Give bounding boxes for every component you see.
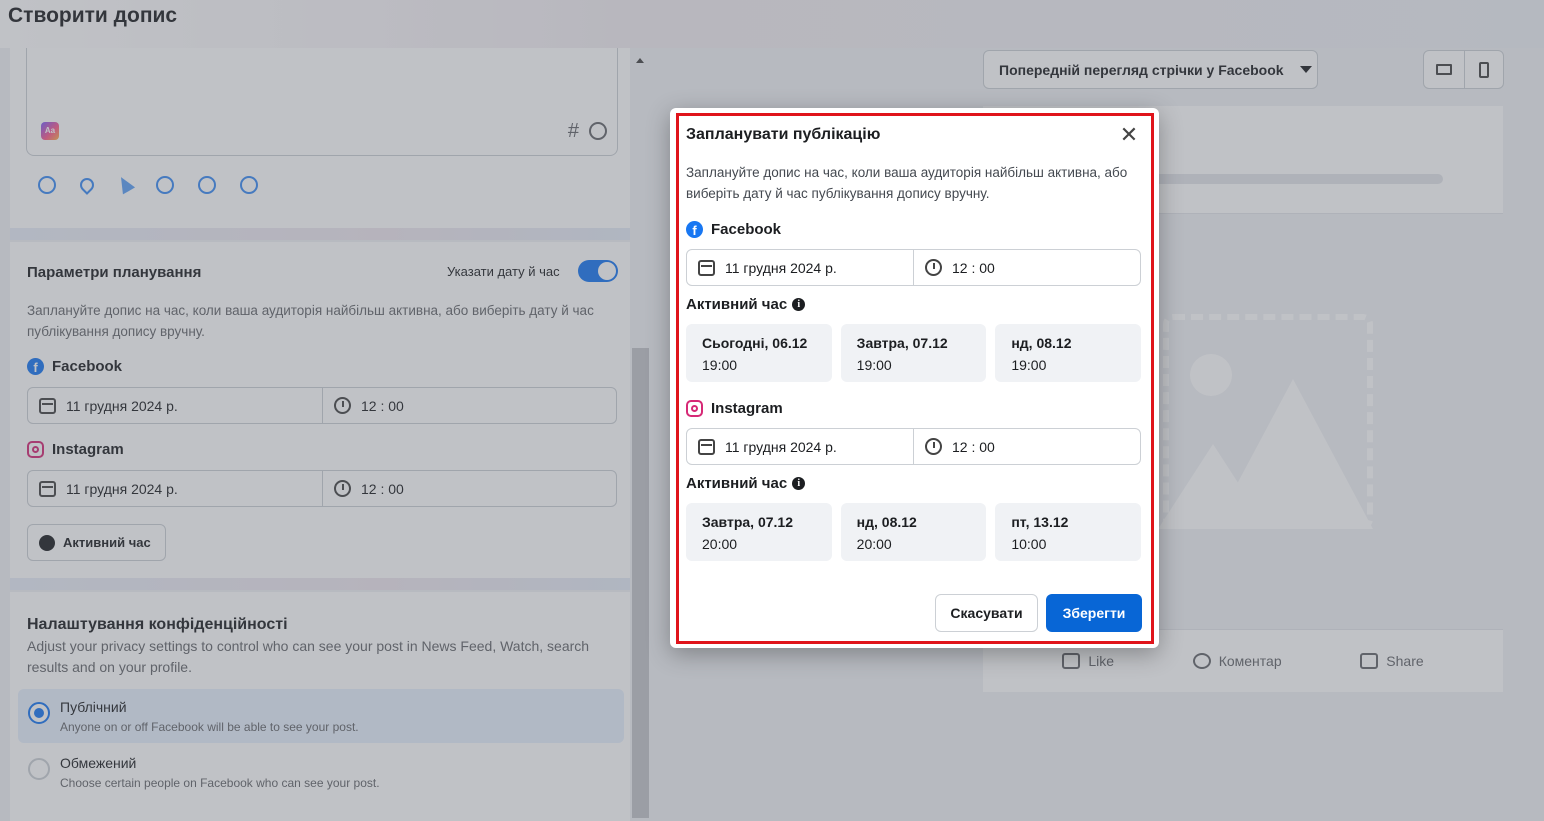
- slot-day: Завтра, 07.12: [702, 514, 793, 530]
- instagram-datetime: 11 грудня 2024 р. 12 : 00: [686, 428, 1141, 465]
- info-icon[interactable]: i: [792, 298, 806, 311]
- slot-day: пт, 13.12: [1011, 514, 1069, 530]
- time-slot[interactable]: нд, 08.12 19:00: [995, 324, 1142, 382]
- slot-time: 19:00: [856, 357, 892, 373]
- time-slot[interactable]: Завтра, 07.12 19:00: [840, 324, 987, 382]
- clock-icon: [925, 438, 942, 455]
- active-time-heading: Активний час: [686, 296, 788, 313]
- slot-time: 19:00: [1011, 357, 1047, 373]
- instagram-label: Instagram: [686, 400, 783, 417]
- calendar-icon: [698, 438, 715, 455]
- slot-day: нд, 08.12: [856, 514, 917, 530]
- instagram-date-field[interactable]: 11 грудня 2024 р.: [687, 429, 914, 464]
- slot-day: Завтра, 07.12: [856, 335, 948, 351]
- facebook-active-time-title: Активний час i: [686, 296, 806, 313]
- slot-day: нд, 08.12: [1011, 335, 1072, 351]
- slot-time: 20:00: [702, 536, 738, 552]
- facebook-time-slots: Сьогодні, 06.12 19:00 Завтра, 07.12 19:0…: [686, 324, 1142, 382]
- calendar-icon: [698, 259, 715, 276]
- facebook-label: f Facebook: [686, 221, 781, 238]
- time-slot[interactable]: нд, 08.12 20:00: [840, 503, 987, 561]
- schedule-post-dialog: Запланувати публікацію ✕ Заплануйте допи…: [670, 108, 1159, 648]
- instagram-label-text: Instagram: [711, 400, 783, 417]
- facebook-time-field[interactable]: 12 : 00: [914, 250, 995, 285]
- clock-icon: [925, 259, 942, 276]
- slot-time: 20:00: [856, 536, 892, 552]
- slot-time: 19:00: [702, 357, 738, 373]
- save-button[interactable]: Зберегти: [1046, 594, 1142, 632]
- facebook-date-value: 11 грудня 2024 р.: [725, 259, 837, 276]
- time-slot[interactable]: пт, 13.12 10:00: [995, 503, 1142, 561]
- instagram-icon: [686, 400, 703, 417]
- dialog-title: Запланувати публікацію: [686, 126, 881, 143]
- time-slot[interactable]: Завтра, 07.12 20:00: [686, 503, 832, 561]
- close-icon[interactable]: ✕: [1117, 124, 1141, 148]
- facebook-time-value: 12 : 00: [952, 259, 995, 276]
- info-icon[interactable]: i: [792, 477, 806, 490]
- active-time-heading: Активний час: [686, 475, 788, 492]
- dialog-description: Заплануйте допис на час, коли ваша аудит…: [686, 165, 1128, 201]
- facebook-datetime: 11 грудня 2024 р. 12 : 00: [686, 249, 1141, 286]
- slot-day: Сьогодні, 06.12: [702, 335, 808, 351]
- facebook-icon: f: [686, 221, 703, 238]
- cancel-button[interactable]: Скасувати: [935, 594, 1038, 632]
- instagram-time-value: 12 : 00: [952, 438, 995, 455]
- facebook-label-text: Facebook: [711, 221, 782, 238]
- instagram-time-field[interactable]: 12 : 00: [914, 429, 995, 464]
- facebook-date-field[interactable]: 11 грудня 2024 р.: [687, 250, 914, 285]
- instagram-time-slots: Завтра, 07.12 20:00 нд, 08.12 20:00 пт, …: [686, 503, 1142, 561]
- instagram-active-time-title: Активний час i: [686, 475, 806, 492]
- slot-time: 10:00: [1011, 536, 1047, 552]
- time-slot[interactable]: Сьогодні, 06.12 19:00: [686, 324, 832, 382]
- instagram-date-value: 11 грудня 2024 р.: [725, 438, 837, 455]
